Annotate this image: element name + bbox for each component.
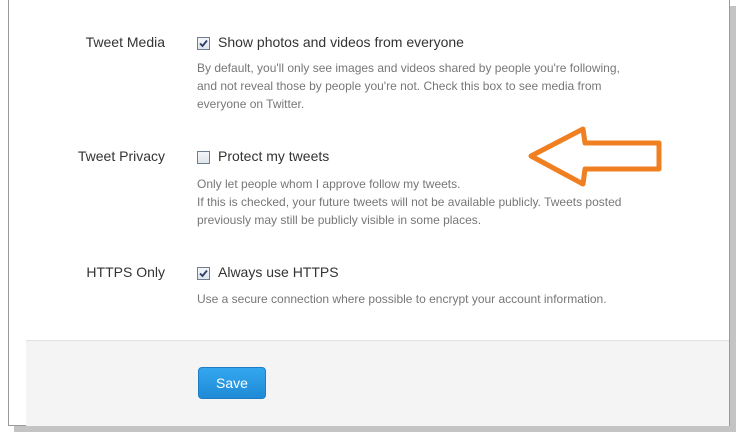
- help-line: If this is checked, your future tweets w…: [197, 195, 622, 209]
- tweet-media-checkbox-label[interactable]: Show photos and videos from everyone: [218, 34, 464, 50]
- help-line: By default, you'll only see images and v…: [197, 61, 620, 75]
- checkmark-icon: [199, 269, 208, 278]
- tweet-privacy-checkbox[interactable]: [197, 151, 210, 164]
- help-line: and not reveal those by people you're no…: [197, 79, 602, 93]
- form-footer: Save: [26, 340, 729, 426]
- checkmark-icon: [199, 39, 208, 48]
- tweet-privacy-label: Tweet Privacy: [77, 148, 165, 164]
- left-arrow-icon: [528, 126, 662, 187]
- tweet-privacy-checkbox-label[interactable]: Protect my tweets: [218, 148, 329, 164]
- https-only-checkbox[interactable]: [197, 267, 210, 280]
- tweet-media-label: Tweet Media: [85, 34, 165, 50]
- settings-panel: Tweet Media Show photos and videos from …: [8, 0, 730, 426]
- save-button[interactable]: Save: [198, 367, 266, 399]
- https-only-checkbox-label[interactable]: Always use HTTPS: [218, 264, 339, 280]
- https-only-label: HTTPS Only: [86, 264, 165, 280]
- tweet-media-help: By default, you'll only see images and v…: [197, 59, 717, 113]
- help-line: Use a secure connection where possible t…: [197, 292, 607, 306]
- help-line: everyone on Twitter.: [197, 97, 305, 111]
- help-line: previously may still be publicly visible…: [197, 213, 482, 227]
- tweet-media-checkbox[interactable]: [197, 37, 210, 50]
- https-only-help: Use a secure connection where possible t…: [197, 290, 717, 308]
